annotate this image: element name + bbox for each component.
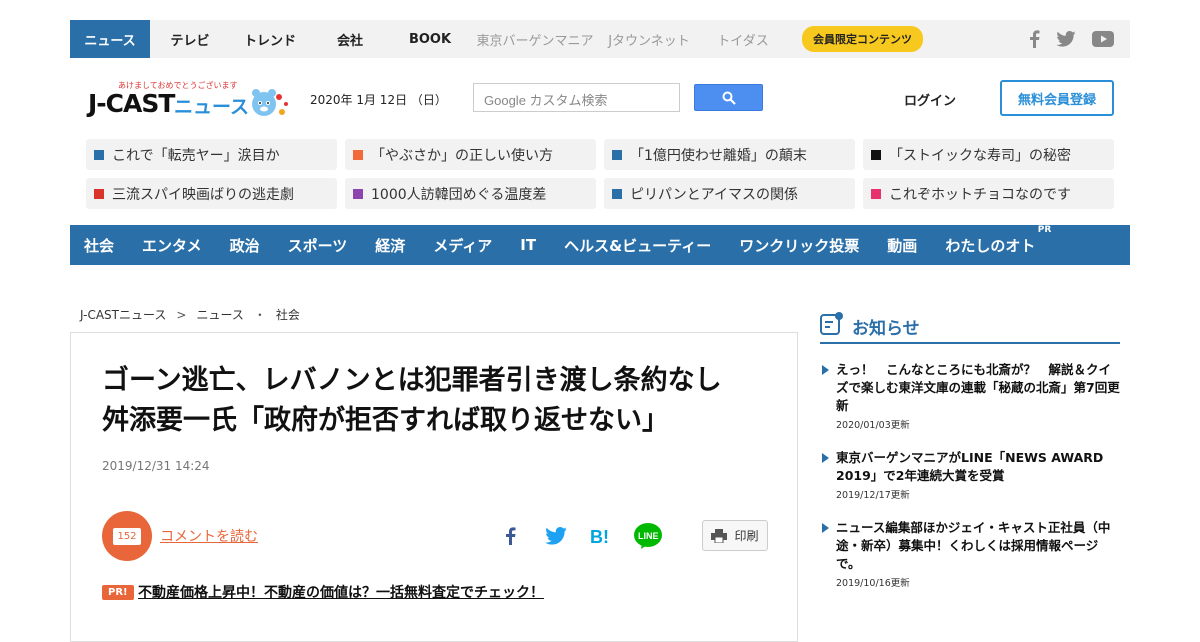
comment-count-badge[interactable]: 152 <box>102 511 152 561</box>
topnav-item-company[interactable]: 会社 <box>310 20 390 58</box>
read-comments-link[interactable]: コメントを読む <box>160 526 258 546</box>
trending-item[interactable]: 「やぶさか」の正しい使い方 <box>345 139 596 170</box>
category-health-beauty[interactable]: ヘルス&ビューティー <box>564 235 711 256</box>
breadcrumb-separator: > <box>176 308 187 322</box>
trend-color-square <box>94 188 104 199</box>
topnav-item-trend[interactable]: トレンド <box>230 20 310 58</box>
search-icon <box>722 91 736 105</box>
twitter-icon[interactable] <box>1056 31 1076 47</box>
category-media[interactable]: メディア <box>433 235 492 256</box>
line-share-icon[interactable]: LINE <box>633 521 663 551</box>
breadcrumb-news[interactable]: ニュース <box>196 308 243 322</box>
breadcrumb-separator: ・ <box>253 308 266 322</box>
article-date: 2019/12/31 14:24 <box>102 459 210 473</box>
svg-text:B!: B! <box>590 527 609 546</box>
site-logo[interactable]: あけましておめでとうございます J-CAST ニュース <box>88 80 288 120</box>
printer-icon <box>711 528 728 543</box>
category-nav: 社会 エンタメ 政治 スポーツ 経済 メディア IT ヘルス&ビューティー ワン… <box>70 225 1130 265</box>
topnav-item-bargain[interactable]: 東京バーゲンマニア <box>470 20 600 58</box>
arrow-right-icon <box>822 523 829 533</box>
notice-date: 2019/12/17更新 <box>836 490 910 501</box>
youtube-icon[interactable] <box>1092 31 1114 47</box>
category-entertainment[interactable]: エンタメ <box>142 235 202 256</box>
article-title: ゴーン逃亡、レバノンとは犯罪者引き渡し条約なし 舛添要一氏「政府が拒否すれば取り… <box>102 365 749 436</box>
facebook-icon[interactable] <box>1028 30 1040 48</box>
pr-marker: PR <box>1037 224 1052 235</box>
top-nav: ニュース テレビ トレンド 会社 BOOK 東京バーゲンマニア Jタウンネット … <box>70 20 1130 58</box>
category-sports[interactable]: スポーツ <box>288 235 348 256</box>
topnav-item-toidas[interactable]: トイダス <box>698 20 788 58</box>
topnav-item-book[interactable]: BOOK <box>390 20 470 58</box>
notice-item[interactable]: 東京バーゲンマニアがLINE「NEWS AWARD 2019」で2年連続大賞を受… <box>820 449 1120 501</box>
mascot-icon <box>252 89 288 116</box>
trending-topics: これで「転売ヤー」涙目か 「やぶさか」の正しい使い方 「1億円使わせ離婚」の顛末… <box>86 139 1114 209</box>
notice-item[interactable]: ニュース編集部ほかジェイ・キャスト正社員（中途・新卒）募集中！くわしくは採用情報… <box>820 519 1120 589</box>
notices-title: お知らせ <box>852 319 920 339</box>
trend-color-square <box>871 149 881 160</box>
category-economy[interactable]: 経済 <box>375 235 405 256</box>
category-society[interactable]: 社会 <box>84 235 114 256</box>
print-label: 印刷 <box>734 529 759 543</box>
topnav-item-tv[interactable]: テレビ <box>150 20 230 58</box>
arrow-right-icon <box>822 365 829 375</box>
logo-news: ニュース <box>174 96 250 118</box>
trend-color-square <box>353 149 363 160</box>
topnav-item-news[interactable]: ニュース <box>70 20 150 58</box>
print-button[interactable]: 印刷 <box>702 520 768 551</box>
pr-ad-link[interactable]: 不動産価格上昇中！不動産の価値は？一括無料査定でチェック！ <box>138 582 544 602</box>
article-card: ゴーン逃亡、レバノンとは犯罪者引き渡し条約なし 舛添要一氏「政府が拒否すれば取り… <box>70 332 798 642</box>
trending-item[interactable]: 三流スパイ映画ばりの逃走劇 <box>86 178 337 209</box>
svg-text:LINE: LINE <box>638 531 659 541</box>
search-input[interactable]: Google カスタム検索 <box>473 83 680 112</box>
trending-item[interactable]: ピリパンとアイマスの関係 <box>604 178 855 209</box>
trending-item[interactable]: 「1億円使わせ離婚」の顛末 <box>604 139 855 170</box>
logo-jcast: J-CAST <box>88 89 175 118</box>
category-politics[interactable]: 政治 <box>230 235 260 256</box>
notice-date: 2019/10/16更新 <box>836 578 910 589</box>
facebook-share-icon[interactable] <box>495 521 525 551</box>
trending-item[interactable]: これで「転売ヤー」涙目か <box>86 139 337 170</box>
trend-color-square <box>612 188 622 199</box>
category-video[interactable]: 動画 <box>887 235 917 256</box>
notice-text: えっ！ こんなところにも北斎が？ 解説＆クイズで楽しむ東洋文庫の連載「秘蔵の北斎… <box>836 362 1120 413</box>
trend-color-square <box>612 149 622 160</box>
category-it[interactable]: IT <box>520 236 536 254</box>
trending-item[interactable]: 1000人訪韓団めぐる温度差 <box>345 178 596 209</box>
comment-count: 152 <box>113 527 141 545</box>
topnav-item-jtown[interactable]: Jタウンネット <box>600 20 698 58</box>
login-link[interactable]: ログイン <box>904 90 956 109</box>
register-button[interactable]: 無料会員登録 <box>1000 80 1114 116</box>
notice-icon <box>820 312 843 335</box>
arrow-right-icon <box>822 453 829 463</box>
current-date: 2020年 1月 12日 （日） <box>310 93 447 107</box>
social-links <box>1028 20 1130 58</box>
notice-text: ニュース編集部ほかジェイ・キャスト正社員（中途・新卒）募集中！くわしくは採用情報… <box>836 520 1111 571</box>
search-button[interactable] <box>694 84 763 111</box>
breadcrumb: J-CASTニュース > ニュース・社会 <box>80 306 300 323</box>
notice-item[interactable]: えっ！ こんなところにも北斎が？ 解説＆クイズで楽しむ東洋文庫の連載「秘蔵の北斎… <box>820 361 1120 431</box>
members-only-badge[interactable]: 会員限定コンテンツ <box>802 26 923 52</box>
trend-color-square <box>94 149 104 160</box>
trending-item[interactable]: 「ストイックな寿司」の秘密 <box>863 139 1114 170</box>
breadcrumb-home[interactable]: J-CASTニュース <box>80 308 166 322</box>
twitter-share-icon[interactable] <box>541 521 571 551</box>
hatena-bookmark-icon[interactable]: B! <box>587 521 617 551</box>
notices-header: お知らせ <box>820 310 1120 344</box>
breadcrumb-society[interactable]: 社会 <box>276 308 300 322</box>
pr-badge: PR! <box>102 585 134 600</box>
notice-text: 東京バーゲンマニアがLINE「NEWS AWARD 2019」で2年連続大賞を受… <box>836 450 1104 483</box>
trend-color-square <box>353 188 363 199</box>
notice-date: 2020/01/03更新 <box>836 420 910 431</box>
category-one-click-poll[interactable]: ワンクリック投票 <box>739 235 859 256</box>
trend-color-square <box>871 188 881 199</box>
trending-item[interactable]: これぞホットチョコなのです <box>863 178 1114 209</box>
category-watashi-no-oto[interactable]: わたしのオト PR <box>945 225 1051 256</box>
